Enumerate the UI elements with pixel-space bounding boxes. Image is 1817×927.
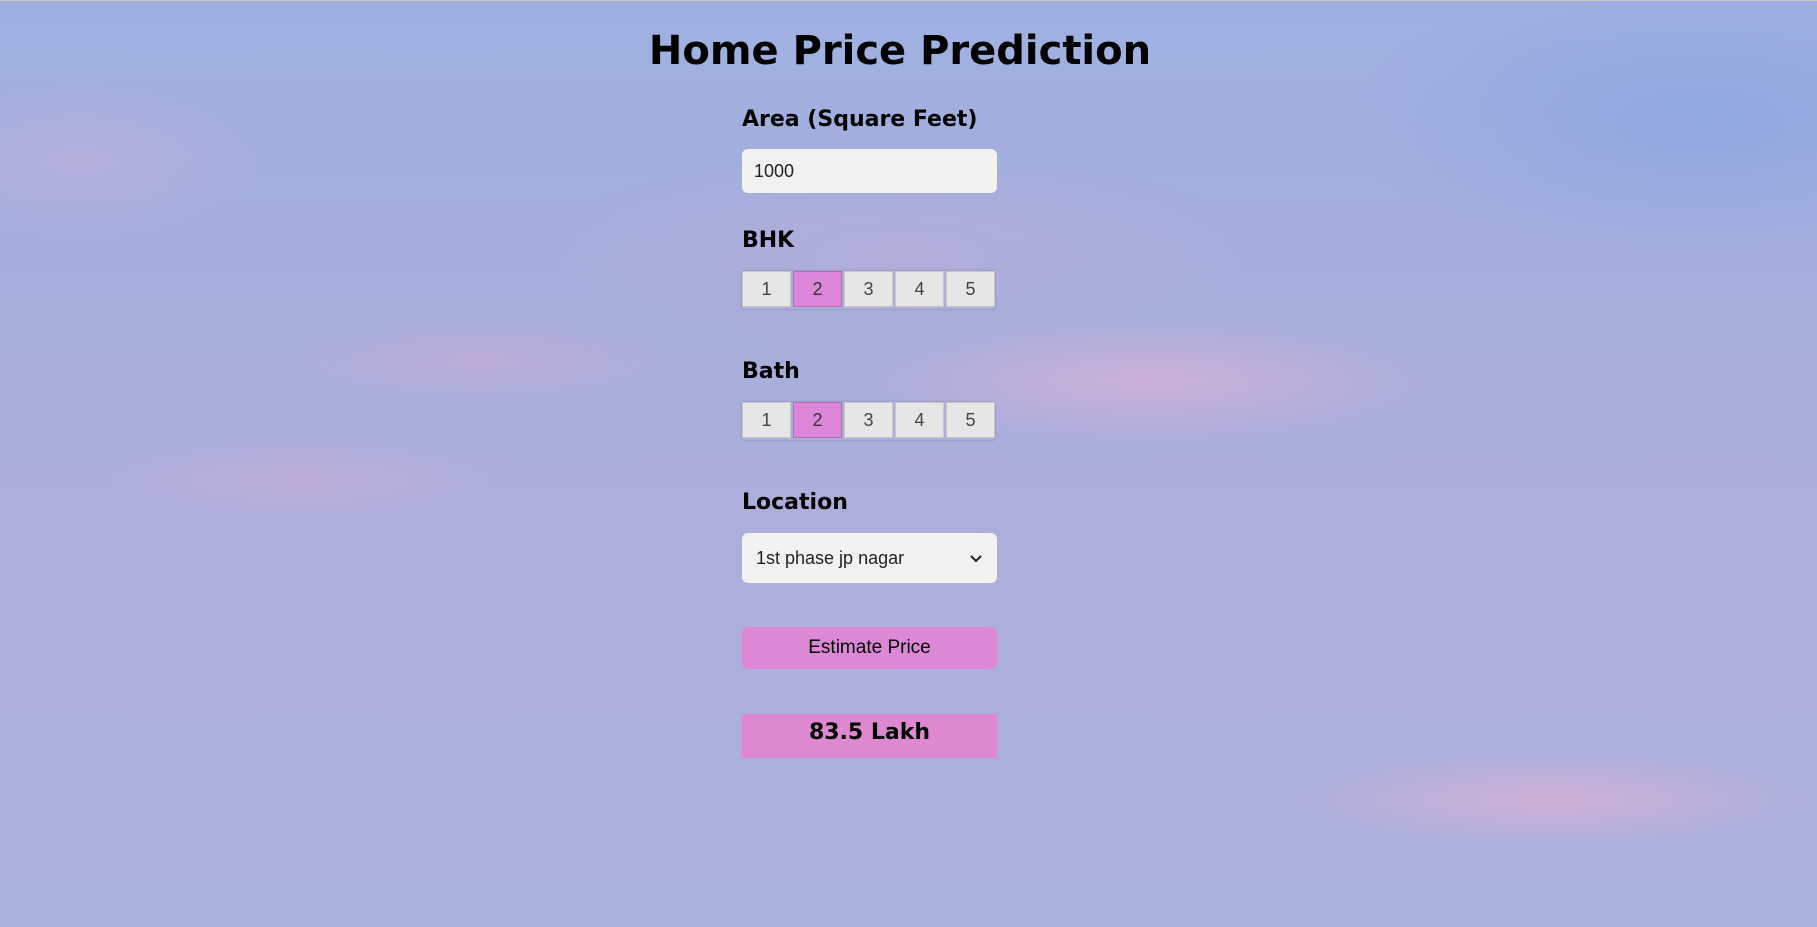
top-border	[0, 0, 1817, 1]
area-input[interactable]	[742, 149, 997, 193]
chevron-down-icon	[970, 555, 982, 563]
estimate-price-button[interactable]: Estimate Price	[742, 627, 997, 669]
bath-label: Bath	[742, 359, 800, 384]
bhk-option[interactable]: 4	[895, 271, 944, 307]
bath-option[interactable]: 5	[946, 402, 995, 438]
bath-option[interactable]: 4	[895, 402, 944, 438]
bhk-option[interactable]: 2	[793, 271, 842, 307]
page-title: Home Price Prediction	[648, 28, 1152, 74]
bath-option[interactable]: 3	[844, 402, 893, 438]
bhk-option[interactable]: 1	[742, 271, 791, 307]
bath-option[interactable]: 1	[742, 402, 791, 438]
bhk-label: BHK	[742, 228, 795, 253]
bhk-option[interactable]: 3	[844, 271, 893, 307]
bhk-switch: 1 2 3 4 5	[742, 271, 995, 309]
location-label: Location	[742, 490, 848, 515]
bath-switch: 1 2 3 4 5	[742, 402, 995, 440]
location-select[interactable]: 1st phase jp nagar	[742, 533, 997, 583]
estimated-price-result: 83.5 Lakh	[742, 714, 997, 758]
bhk-option[interactable]: 5	[946, 271, 995, 307]
bath-option[interactable]: 2	[793, 402, 842, 438]
location-selected-value: 1st phase jp nagar	[756, 547, 905, 568]
area-label: Area (Square Feet)	[742, 107, 978, 132]
